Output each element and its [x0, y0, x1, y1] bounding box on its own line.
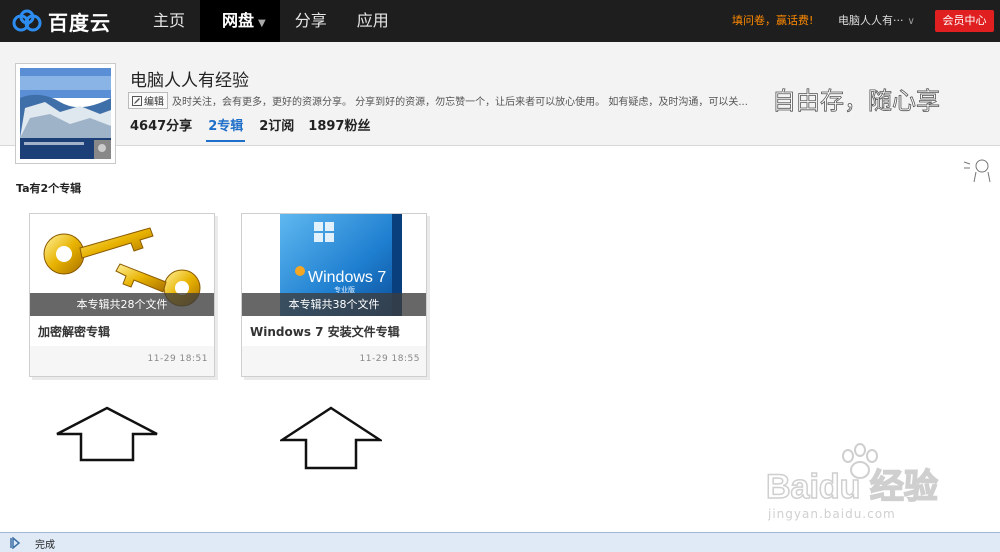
album-file-count: 本专辑共28个文件: [30, 293, 214, 316]
profile-description: 及时关注，会有更多，更好的资源分享。 分享到好的资源，勿忘赞一个，让后来者可以放…: [172, 97, 748, 108]
stat-subscriptions[interactable]: 2订阅: [259, 116, 294, 142]
chevron-down-icon: ▼: [258, 18, 266, 29]
nav-item-netdisk-label: 网盘: [222, 11, 255, 30]
baidu-cloud-logo[interactable]: 百度云: [12, 6, 111, 36]
album-card[interactable]: Windows 7 专业版 本专辑共38个文件 Windows 7 安装文件专辑…: [241, 213, 427, 377]
slogan-text: 自由存，随心享: [772, 87, 940, 115]
album-title[interactable]: 加密解密专辑: [38, 323, 110, 340]
edit-button[interactable]: 编辑: [128, 92, 168, 109]
vip-center-button[interactable]: 会员中心: [935, 10, 994, 32]
stat-shares[interactable]: 4647分享: [130, 116, 192, 142]
up-arrow-icon: [280, 406, 382, 470]
album-date: 11-29 18:51: [147, 354, 208, 364]
cloud-logo-icon: [12, 9, 42, 32]
logo-text: 百度云: [48, 10, 111, 35]
nav-item-apps[interactable]: 应用: [342, 0, 404, 42]
stat-followers[interactable]: 1897粉丝: [308, 116, 370, 142]
profile-description-row: 编辑 及时关注，会有更多，更好的资源分享。 分享到好的资源，勿忘赞一个，让后来者…: [128, 92, 748, 109]
main-nav: 主页 网盘 ▼ 分享 应用: [138, 0, 404, 42]
pencil-icon: [132, 95, 142, 106]
nav-item-netdisk[interactable]: 网盘 ▼: [200, 0, 280, 42]
avatar[interactable]: [15, 63, 116, 164]
user-menu[interactable]: 电脑人人有··· ∨: [838, 0, 915, 42]
album-title[interactable]: Windows 7 安装文件专辑: [250, 323, 400, 340]
watermark-logo: Baidu 经验: [766, 467, 938, 506]
album-file-count: 本专辑共38个文件: [242, 293, 426, 316]
browser-status-bar: 完成: [0, 532, 1000, 552]
status-text: 完成: [35, 540, 55, 551]
user-name: 电脑人人有···: [838, 14, 904, 27]
chevron-down-icon: ∨: [907, 16, 915, 27]
album-date: 11-29 18:55: [359, 354, 420, 364]
slogan-banner: 自由存，随心享: [772, 87, 941, 116]
svg-text:Windows 7: Windows 7: [308, 269, 386, 286]
nav-item-home[interactable]: 主页: [138, 0, 200, 42]
watermark-url: jingyan.baidu.com: [768, 507, 896, 521]
profile-stats: 4647分享 2专辑 2订阅 1897粉丝: [130, 116, 384, 142]
stat-albums[interactable]: 2专辑: [206, 116, 246, 142]
album-card[interactable]: 本专辑共28个文件 加密解密专辑 11-29 18:51: [29, 213, 215, 377]
top-navigation-bar: 百度云 主页 网盘 ▼ 分享 应用 填问卷，赢话费! 电脑人人有··· ∨ 会员中心: [0, 0, 1000, 42]
avatar-image: [20, 68, 111, 159]
doodle-icon: [963, 159, 991, 183]
play-icon: [10, 537, 21, 549]
up-arrow-icon: [56, 406, 158, 462]
albums-section-title: Ta有2个专辑: [16, 182, 82, 195]
profile-name: 电脑人人有经验: [130, 71, 249, 91]
survey-notice-link[interactable]: 填问卷，赢话费!: [732, 0, 813, 42]
nav-item-share[interactable]: 分享: [280, 0, 342, 42]
edit-button-label: 编辑: [144, 97, 164, 108]
profile-header: 电脑人人有经验 编辑 及时关注，会有更多，更好的资源分享。 分享到好的资源，勿忘…: [0, 42, 1000, 183]
